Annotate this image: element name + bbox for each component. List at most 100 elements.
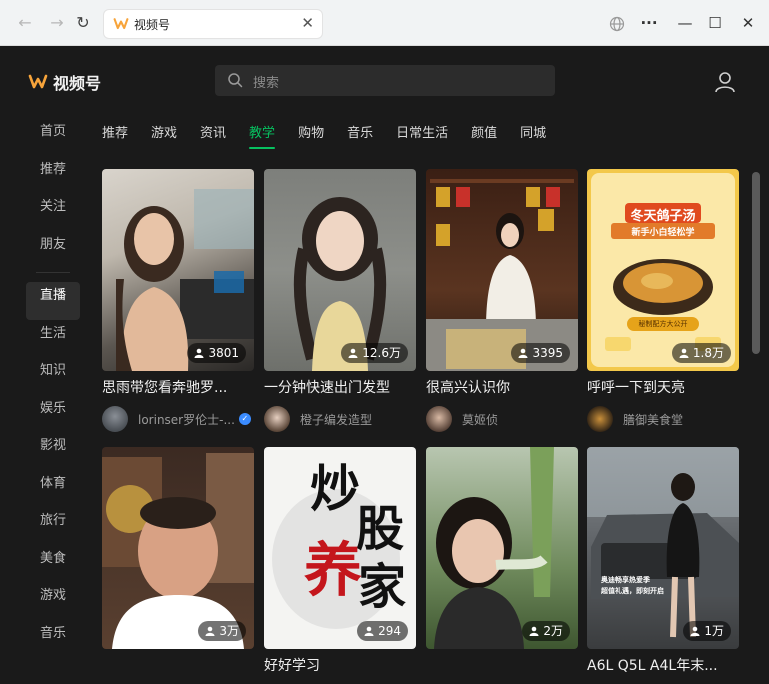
thumbnail-image: [426, 179, 578, 371]
avatar[interactable]: [264, 406, 290, 432]
more-menu-button[interactable]: ···: [638, 12, 660, 34]
tab-news[interactable]: 资讯: [200, 122, 226, 149]
avatar[interactable]: [587, 406, 613, 432]
sidebar-item-sports[interactable]: 体育: [26, 470, 80, 508]
search-placeholder: 搜索: [253, 76, 280, 91]
sidebar-item-music[interactable]: 音乐: [26, 620, 80, 658]
live-card[interactable]: 奥迪畅享热爱季 超值礼遇，即刻开启 1万 A6L Q5L A4L年末...: [587, 447, 739, 675]
tab-teaching[interactable]: 教学: [249, 122, 276, 149]
category-tabs: 推荐 游戏 资讯 教学 购物 音乐 日常生活 颜值 同城: [102, 122, 569, 149]
card-title[interactable]: 呼呼一下到天亮: [587, 377, 739, 397]
tab-games[interactable]: 游戏: [151, 122, 177, 149]
author-name[interactable]: 莫姬侦: [462, 411, 498, 428]
tab-local[interactable]: 同城: [520, 122, 546, 149]
card-author[interactable]: 橙子编发造型: [264, 406, 416, 432]
tab-daily-life[interactable]: 日常生活: [396, 122, 448, 149]
tab-close-icon[interactable]: ✕: [301, 14, 314, 32]
live-thumbnail[interactable]: 12.6万: [264, 169, 416, 371]
card-title[interactable]: 很高兴认识你: [426, 377, 578, 397]
card-author[interactable]: 莫姬侦: [426, 406, 578, 432]
live-card[interactable]: 12.6万 一分钟快速出门发型 橙子编发造型: [264, 169, 416, 432]
author-name[interactable]: 橙子编发造型: [300, 411, 372, 428]
card-title[interactable]: A6L Q5L A4L年末...: [587, 655, 739, 675]
live-thumbnail[interactable]: 2万: [426, 447, 578, 649]
viewer-count: 12.6万: [362, 346, 401, 360]
channels-logo-icon: [113, 18, 129, 30]
live-thumbnail[interactable]: 炒 股 养 家 294: [264, 447, 416, 649]
live-card[interactable]: 3万: [102, 447, 254, 655]
person-icon: [690, 626, 700, 636]
person-icon: [348, 348, 358, 358]
live-thumbnail[interactable]: 3万: [102, 447, 254, 649]
logo-text: 视频号: [53, 74, 102, 93]
sidebar-item-knowledge[interactable]: 知识: [26, 357, 80, 395]
forward-button[interactable]: →: [46, 12, 68, 34]
thumbnail-image: [434, 447, 554, 649]
refresh-button[interactable]: ↻: [72, 12, 94, 34]
live-thumbnail[interactable]: 冬天鸽子汤 新手小白轻松学 秘制配方大公开 1.8万: [587, 169, 739, 371]
live-card[interactable]: 2万: [426, 447, 578, 655]
avatar[interactable]: [102, 406, 128, 432]
person-icon: [194, 348, 204, 358]
live-card[interactable]: 3395 很高兴认识你 莫姬侦: [426, 169, 578, 432]
sidebar-item-food[interactable]: 美食: [26, 545, 80, 583]
minimize-button[interactable]: —: [674, 12, 696, 34]
live-card[interactable]: 冬天鸽子汤 新手小白轻松学 秘制配方大公开 1.8万 呼呼一下到天亮 膳御美食堂: [587, 169, 739, 432]
viewer-count: 1.8万: [692, 346, 724, 360]
avatar[interactable]: [426, 406, 452, 432]
sidebar-item-friends[interactable]: 朋友: [26, 231, 80, 269]
live-thumbnail[interactable]: 3801: [102, 169, 254, 371]
tab-shopping[interactable]: 购物: [298, 122, 324, 149]
viewer-count: 294: [378, 624, 401, 638]
person-icon: [205, 626, 215, 636]
sidebar-item-games[interactable]: 游戏: [26, 582, 80, 620]
card-author[interactable]: 膳御美食堂: [587, 406, 739, 432]
author-name[interactable]: 膳御美食堂: [623, 411, 683, 428]
sidebar-item-life[interactable]: 生活: [26, 320, 80, 358]
card-title[interactable]: 一分钟快速出门发型: [264, 377, 416, 397]
sidebar-item-entertainment[interactable]: 娱乐: [26, 395, 80, 433]
sidebar-item-recommend[interactable]: 推荐: [26, 156, 80, 194]
channels-logo-icon: [28, 74, 48, 89]
viewer-count: 3395: [532, 346, 563, 360]
live-card[interactable]: 3801 思雨带您看奔驰罗... lorinser罗伦士-... ✓: [102, 169, 254, 432]
user-profile-icon[interactable]: [713, 70, 737, 94]
live-card[interactable]: 炒 股 养 家 294 好好学习: [264, 447, 416, 675]
tab-looks[interactable]: 颜值: [471, 122, 497, 149]
scrollbar[interactable]: [752, 172, 760, 354]
viewer-count: 2万: [543, 624, 563, 638]
search-icon: [228, 73, 243, 88]
person-icon: [529, 626, 539, 636]
card-title[interactable]: 好好学习: [264, 655, 416, 675]
browser-tab[interactable]: 视频号 ✕: [104, 10, 322, 38]
sidebar: 首页 推荐 关注 朋友 直播 生活 知识 娱乐 影视 体育 旅行 美食 游戏 音…: [26, 118, 80, 657]
sidebar-item-film[interactable]: 影视: [26, 432, 80, 470]
verified-badge-icon: ✓: [238, 413, 251, 425]
sidebar-divider: [36, 272, 70, 273]
thumbnail-image: [102, 453, 254, 649]
sidebar-item-follow[interactable]: 关注: [26, 193, 80, 231]
window-close-button[interactable]: ✕: [737, 12, 759, 34]
tab-title: 视频号: [134, 18, 171, 32]
viewer-count-badge: 2万: [522, 621, 570, 641]
card-author[interactable]: lorinser罗伦士-... ✓: [102, 406, 254, 432]
tab-recommend[interactable]: 推荐: [102, 122, 128, 149]
tab-music[interactable]: 音乐: [347, 122, 373, 149]
author-name[interactable]: lorinser罗伦士-...: [138, 411, 235, 428]
live-thumbnail[interactable]: 3395: [426, 169, 578, 371]
sidebar-item-live[interactable]: 直播: [26, 282, 80, 320]
viewer-count-badge: 3395: [511, 343, 570, 363]
app-logo[interactable]: 视频号: [28, 70, 101, 94]
back-button[interactable]: ←: [14, 12, 36, 34]
sidebar-item-travel[interactable]: 旅行: [26, 507, 80, 545]
maximize-button[interactable]: ☐: [704, 12, 726, 34]
viewer-count-badge: 1.8万: [671, 343, 731, 363]
viewer-count: 1万: [704, 624, 724, 638]
viewer-count-badge: 1万: [683, 621, 731, 641]
card-title[interactable]: 思雨带您看奔驰罗...: [102, 377, 254, 397]
live-thumbnail[interactable]: 奥迪畅享热爱季 超值礼遇，即刻开启 1万: [587, 447, 739, 649]
globe-icon[interactable]: [609, 16, 625, 32]
thumbnail-subheadline: 新手小白轻松学: [631, 228, 695, 238]
search-bar[interactable]: 搜索: [215, 65, 555, 96]
sidebar-item-home[interactable]: 首页: [26, 118, 80, 156]
